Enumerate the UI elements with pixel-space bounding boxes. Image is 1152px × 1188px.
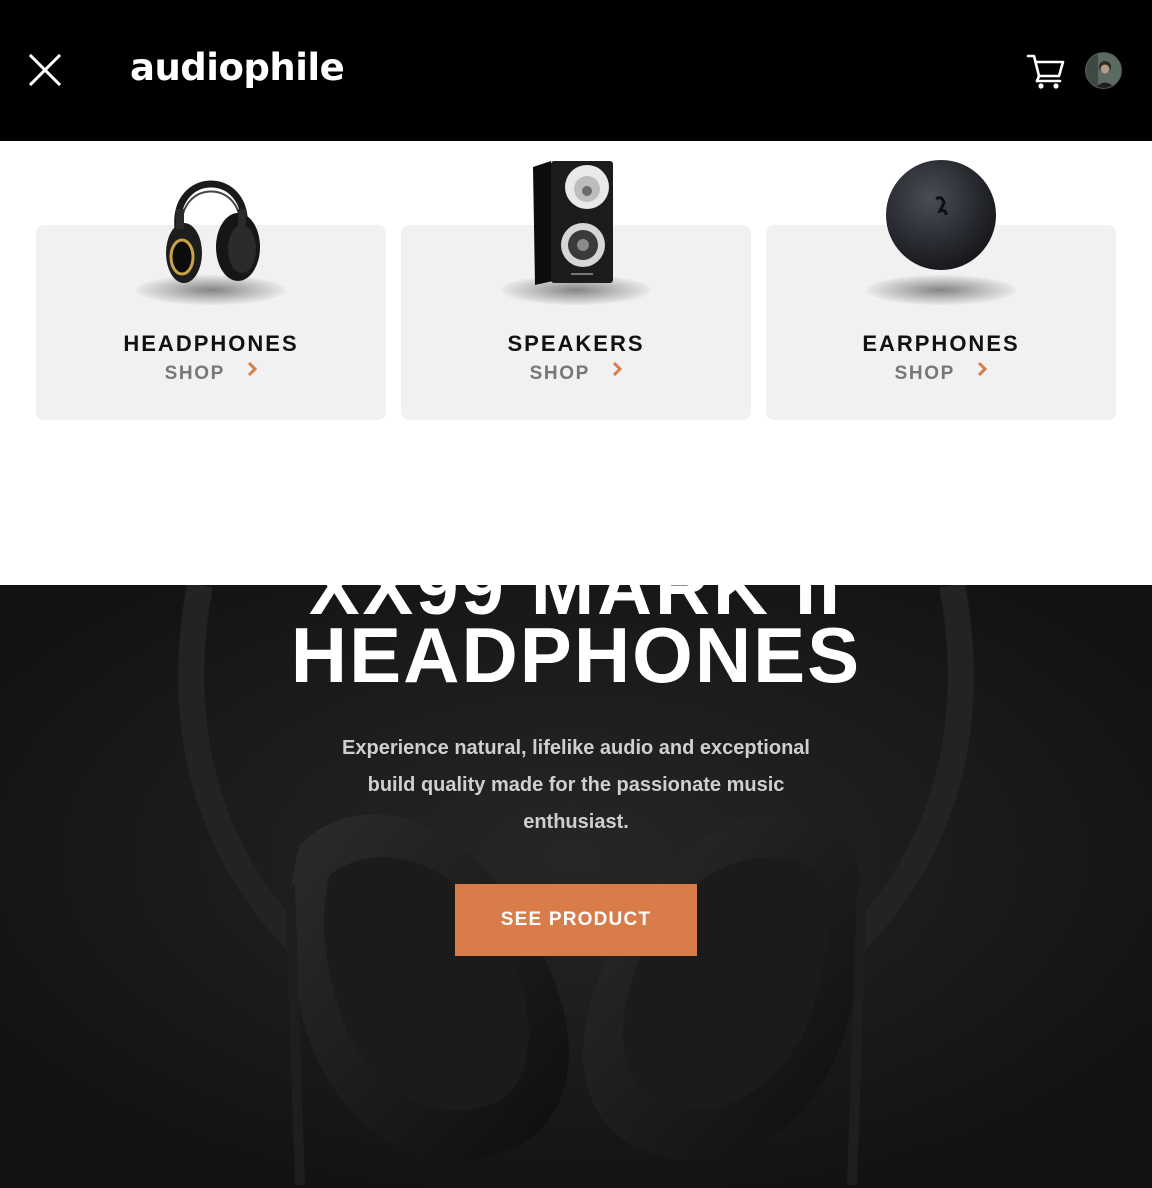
cart-icon[interactable]	[1026, 52, 1066, 90]
hero-title: HEADPHONES	[290, 611, 862, 699]
chevron-right-icon	[612, 361, 623, 383]
chevron-right-icon	[247, 361, 258, 383]
hero-description: Experience natural, lifelike audio and e…	[342, 737, 810, 833]
category-card-earphones[interactable]: EARPHONES SHOP	[766, 160, 1116, 420]
headphones-image	[136, 149, 286, 299]
category-card-speakers[interactable]: SPEAKERS SHOP	[401, 161, 751, 420]
speaker-image	[501, 149, 651, 299]
category-title: HEADPHONES	[123, 331, 299, 356]
see-product-button[interactable]: SEE PRODUCT	[455, 884, 697, 956]
chevron-right-icon	[977, 361, 988, 383]
category-menu: HEADPHONES SHOP SPEAKERS SHOP EARPHONES …	[0, 141, 1152, 585]
hero-section: XX99 MARK II HEADPHONES Experience natur…	[0, 585, 1152, 1188]
category-card-headphones[interactable]: HEADPHONES SHOP	[36, 180, 386, 420]
shop-link[interactable]: SHOP	[36, 361, 386, 385]
category-title: SPEAKERS	[507, 331, 645, 356]
site-header: audiophile	[0, 0, 1152, 141]
shop-link[interactable]: SHOP	[401, 361, 751, 385]
shop-link[interactable]: SHOP	[766, 361, 1116, 385]
shop-label: SHOP	[894, 363, 955, 384]
shop-label: SHOP	[164, 363, 225, 384]
earphones-case-image	[866, 149, 1016, 299]
site-logo[interactable]: audiophile	[130, 44, 345, 92]
user-avatar[interactable]	[1085, 52, 1122, 89]
category-title: EARPHONES	[862, 331, 1020, 356]
shop-label: SHOP	[529, 363, 590, 384]
close-icon[interactable]	[27, 52, 63, 88]
